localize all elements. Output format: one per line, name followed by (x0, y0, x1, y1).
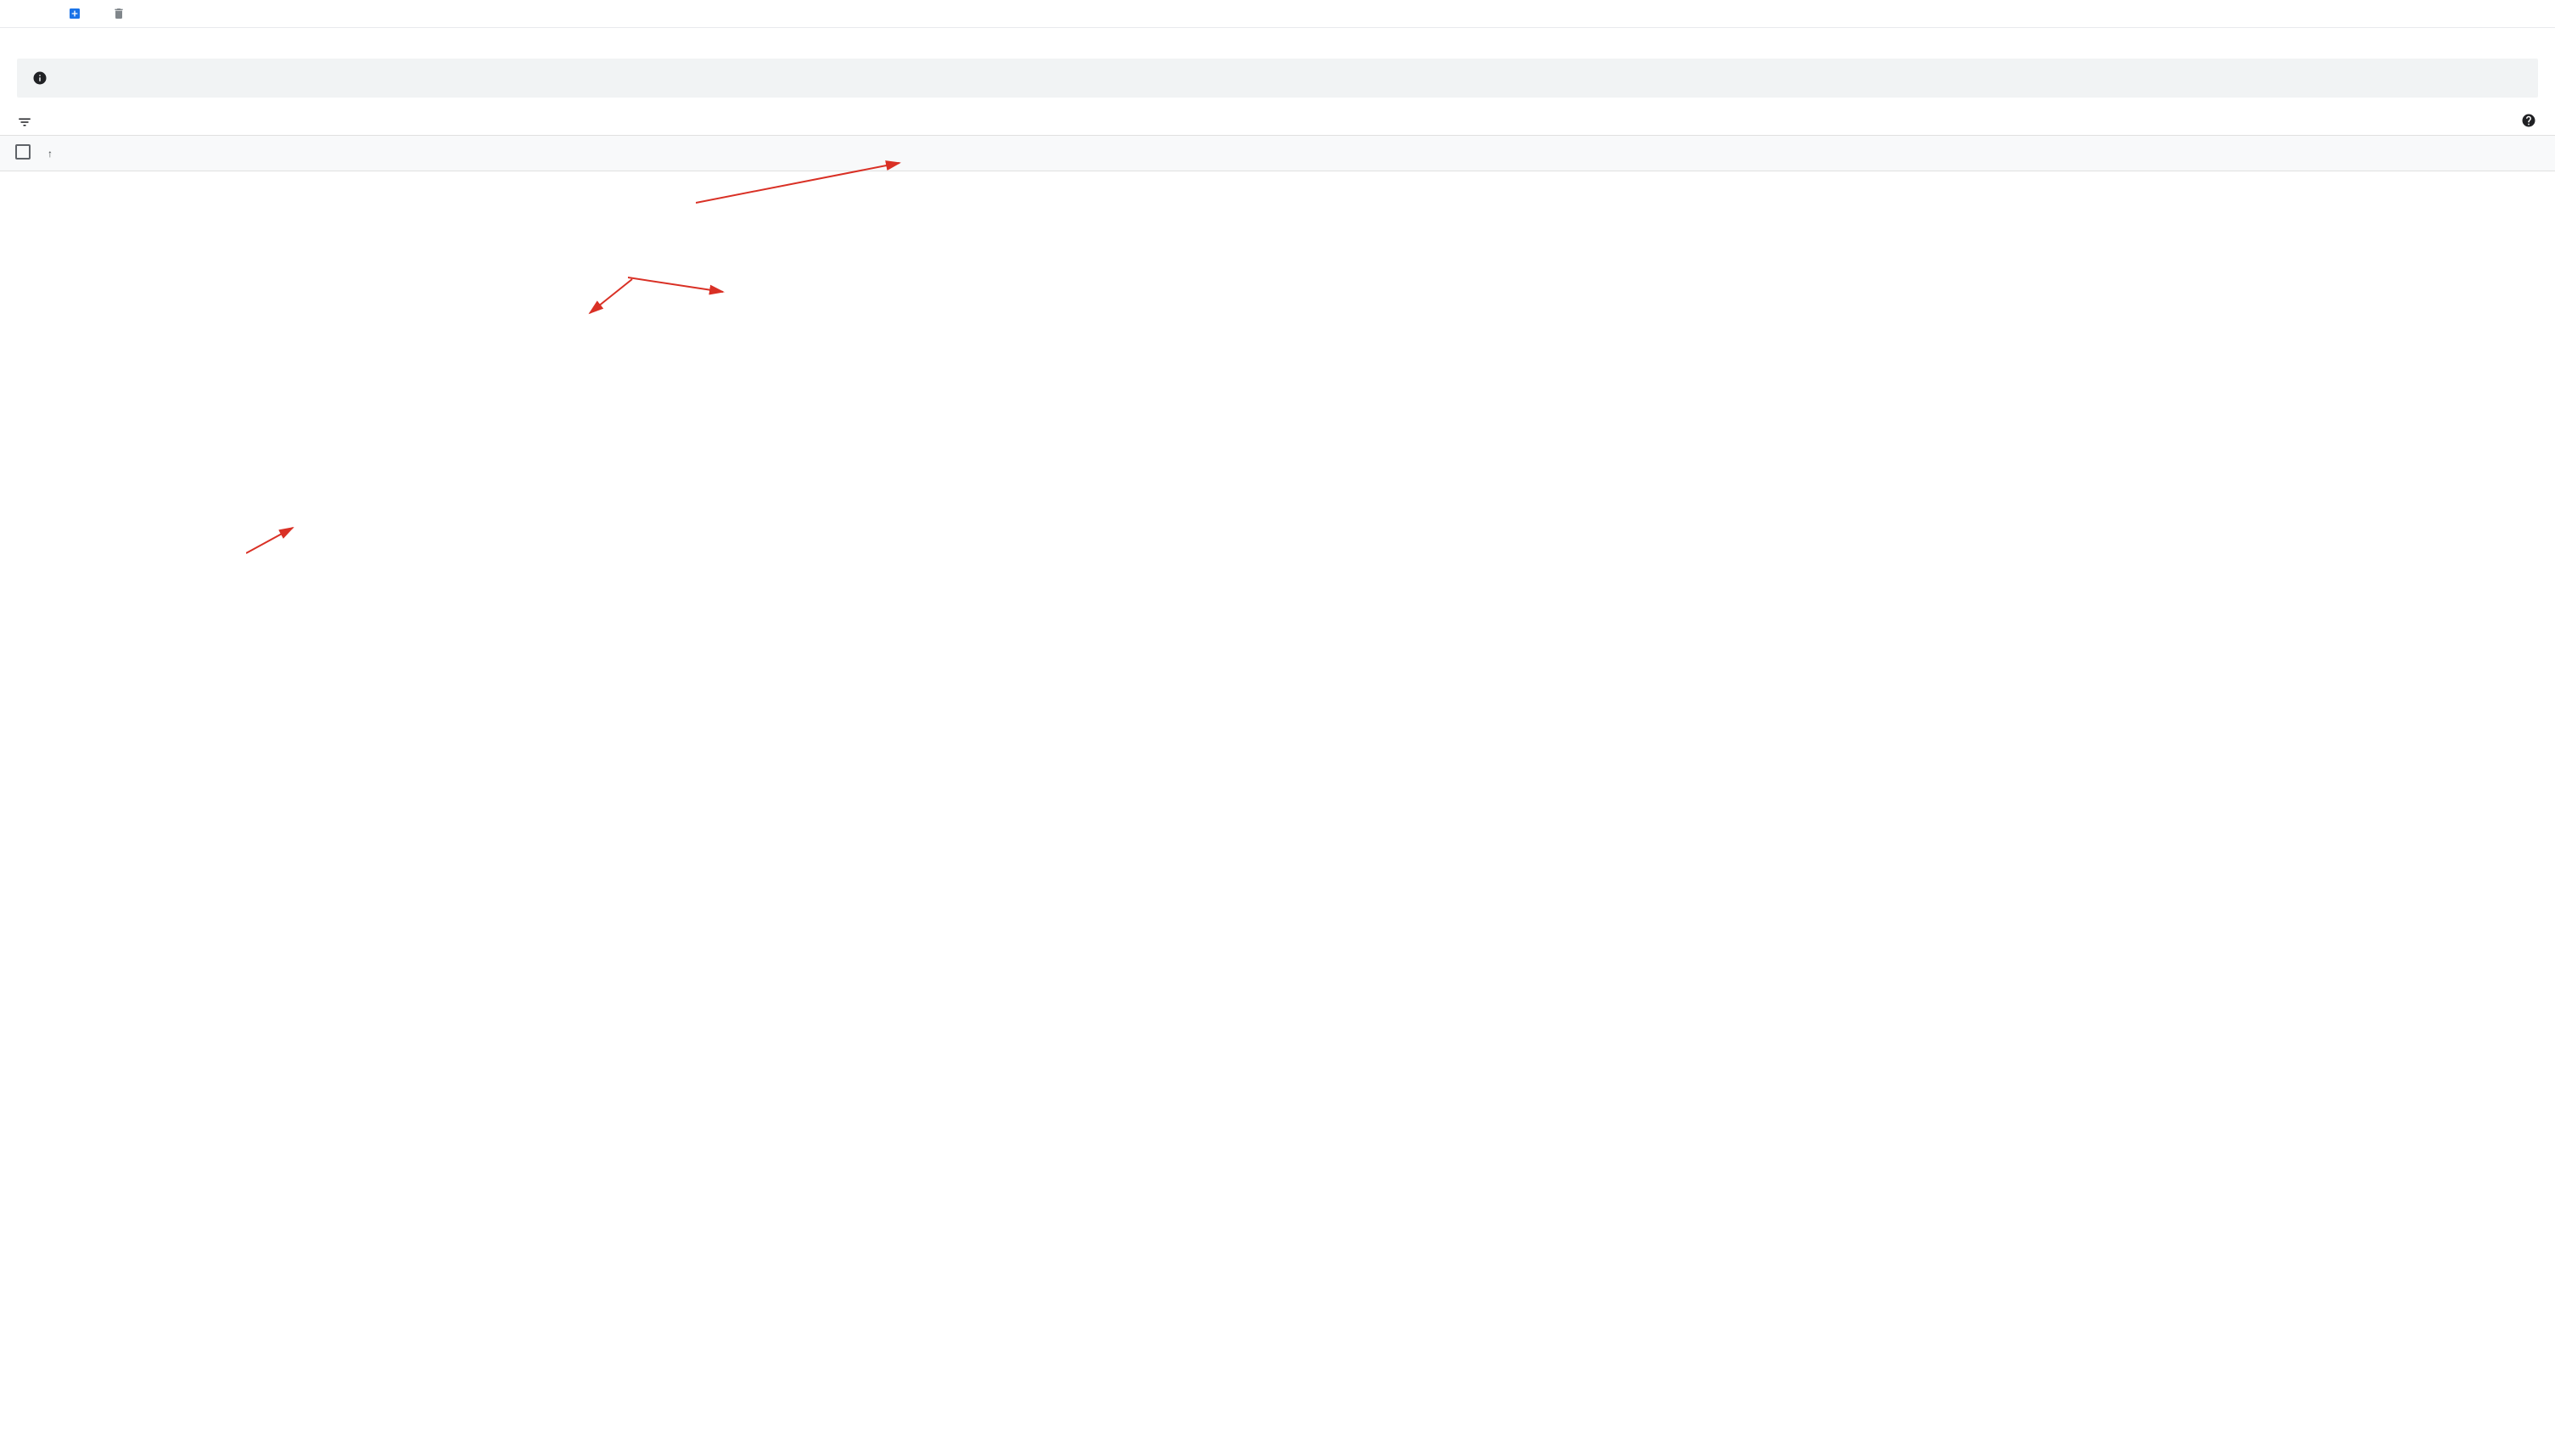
col-type[interactable] (317, 136, 419, 171)
select-all-checkbox[interactable] (15, 144, 31, 160)
filter-input[interactable] (49, 116, 2555, 129)
delete-button[interactable] (112, 7, 131, 20)
filter-icon (17, 115, 32, 130)
arrow-icon (628, 271, 738, 296)
page-header (0, 0, 2555, 28)
filter-bar (0, 109, 2555, 135)
sort-arrow-up-icon: ↑ (48, 148, 53, 160)
col-name[interactable]: ↑ (37, 136, 148, 171)
info-banner (17, 59, 2538, 98)
add-box-icon (68, 7, 81, 20)
info-icon (32, 70, 48, 86)
col-applies[interactable] (419, 136, 2097, 171)
create-budget-button[interactable] (68, 7, 87, 20)
col-trigger[interactable] (2097, 136, 2224, 171)
arrow-icon (586, 275, 636, 317)
col-period[interactable] (148, 136, 317, 171)
budgets-table: ↑ (0, 135, 2555, 171)
col-spend[interactable] (2224, 136, 2385, 171)
arrow-icon (246, 524, 305, 557)
trash-icon (112, 7, 126, 20)
help-icon[interactable] (2521, 113, 2543, 132)
